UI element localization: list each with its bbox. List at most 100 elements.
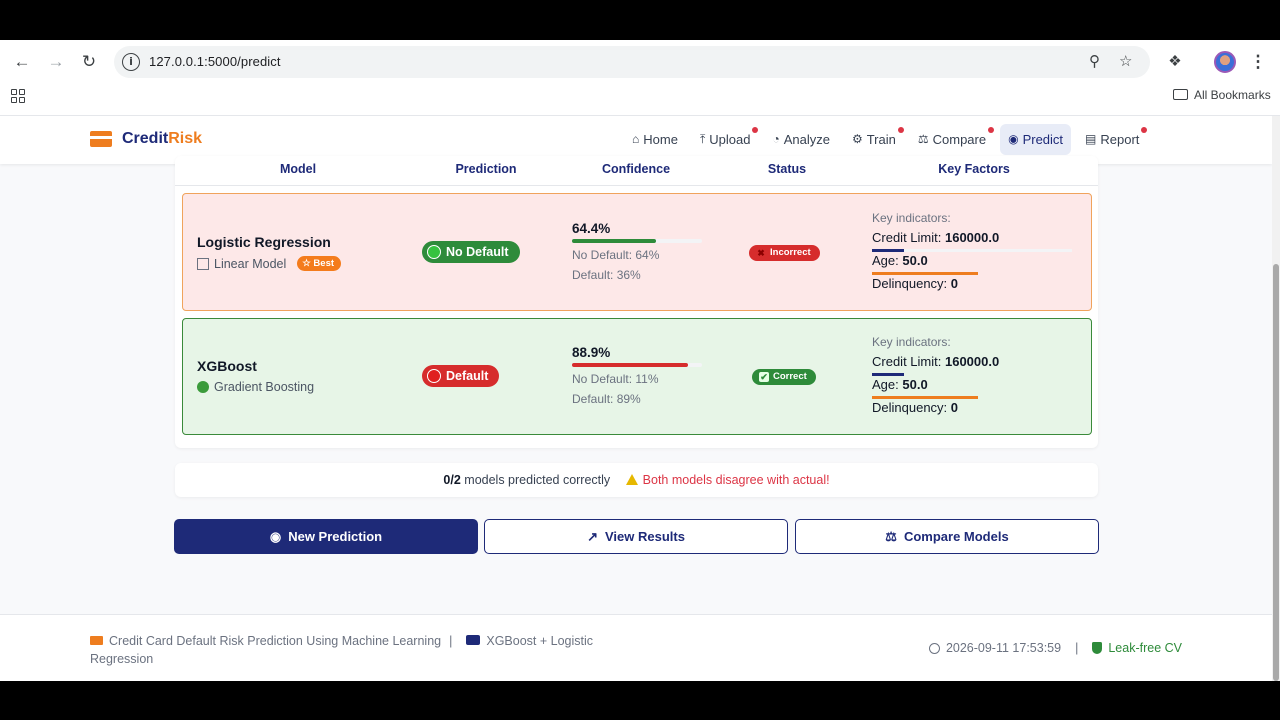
warning-icon [625,474,638,485]
col-key-factors: Key Factors [938,162,1010,176]
nav-item-label: Predict [1022,132,1064,147]
new-prediction-button[interactable]: ◉ New Prediction [174,519,478,554]
extensions-icon[interactable]: ❖ [1165,52,1185,72]
model-type: Gradient Boosting [197,380,314,394]
folder-icon [1173,89,1188,100]
page-content: CreditRisk ⌂ Home ⤒ Upload ◔ Analyze ⚙ Train ⚖ Co… [0,116,1280,681]
nav-item-analyze[interactable]: ◔ Analyze [764,124,838,155]
nav-item-upload[interactable]: ⤒ Upload [692,124,759,155]
summary-score: 0/2 [443,473,461,487]
site-info-icon[interactable]: i [122,53,140,71]
kf-value: 160000.0 [944,230,1000,245]
table-row: Logistic Regression Linear Model ☆ Best … [182,193,1092,311]
address-bar[interactable]: i 127.0.0.1:5000/predict ⚲ ☆ [114,46,1150,78]
col-prediction: Prediction [455,162,517,176]
kf-label: Delinquency: [872,276,948,291]
upload-icon: ⤒ [699,132,706,146]
confidence-bar-fill [572,363,688,367]
notification-dot [752,127,759,133]
balance-scale-icon: ⚖ [885,528,897,544]
kf-bar [872,272,978,275]
key-factor-age: Age: 50.0 [872,253,928,268]
view-results-button[interactable]: ↗ View Results [484,519,788,554]
nav-item-label: Home [643,132,678,147]
nav-item-train[interactable]: ⚙ Train [844,124,904,155]
footer-models: XGBoost + Logistic [486,634,594,648]
scrollbar-thumb[interactable] [1273,264,1279,681]
no-default-prob: No Default: 64% [572,248,660,262]
prediction-badge: Default [422,365,500,387]
page-scrollbar[interactable] [1272,116,1280,681]
col-model: Model [279,162,317,176]
kf-bar-fill [872,373,904,376]
confidence-bar-fill [572,239,656,243]
footer-separator: | [1075,641,1079,655]
nav-item-predict[interactable]: ◉ Predict [1000,124,1072,155]
circle-icon [427,369,441,383]
footer-models-line2: Regression [90,652,154,666]
clock-icon [928,642,940,654]
footer: Credit Card Default Risk Prediction Usin… [0,614,1272,681]
balance-scale-icon: ⚖ [917,132,929,146]
nav-item-compare[interactable]: ⚖ Compare [910,124,995,155]
forward-arrow-icon[interactable]: → [46,52,66,72]
kf-value: 0 [950,276,959,291]
model-name: Logistic Regression [197,234,331,250]
line-chart-icon: ↗ [587,528,598,544]
nav-item-label: Analyze [783,132,830,147]
nav-item-label: Upload [709,132,751,147]
nav-item-home[interactable]: ⌂ Home [624,124,686,155]
warning-text: Both models disagree with actual! [642,473,830,487]
apps-grid-icon[interactable] [11,89,25,103]
zoom-search-icon[interactable]: ⚲ [1089,52,1100,70]
table-row: XGBoost Gradient Boosting Default 88.9% … [182,318,1092,435]
model-type: Linear Model ☆ Best [197,256,342,271]
new-prediction-label: New Prediction [288,529,383,544]
kf-label: Delinquency: [872,400,948,415]
key-factor-delinquency: Delinquency: 0 [872,276,958,291]
confidence-bar [572,239,702,243]
nav-item-label: Compare [932,132,987,147]
default-prob: Default: 89% [572,392,641,406]
key-factors-title: Key indicators: [872,335,951,349]
app-logo[interactable]: CreditRisk [122,130,202,148]
key-factor-credit-limit: Credit Limit: 160000.0 [872,230,999,245]
kf-bar [872,373,904,376]
kf-value: 50.0 [902,253,928,268]
key-factor-credit-limit: Credit Limit: 160000.0 [872,354,999,369]
tree-icon [197,381,209,393]
brain-icon: ◉ [269,528,282,544]
all-bookmarks[interactable]: All Bookmarks [1173,88,1271,102]
confidence-value: 64.4% [572,221,611,236]
kf-label: Credit Limit: [872,354,942,369]
kf-bar-fill [872,396,978,399]
home-icon: ⌂ [632,132,640,146]
logo-accent-text: Risk [168,130,203,147]
status-badge: ✔ Correct [752,369,816,385]
model-type-label: Gradient Boosting [214,380,315,394]
compare-models-button[interactable]: ⚖ Compare Models [795,519,1099,554]
footer-left: Credit Card Default Risk Prediction Usin… [90,632,610,668]
all-bookmarks-label: All Bookmarks [1194,88,1271,102]
url-text[interactable]: 127.0.0.1:5000/predict [149,54,281,69]
nav-item-report[interactable]: ▤ Report [1077,124,1148,155]
nav-item-label: Report [1100,132,1140,147]
reload-icon[interactable]: ↻ [79,52,99,72]
no-default-prob: No Default: 11% [572,372,659,386]
robot-icon [466,635,481,645]
kf-label: Credit Limit: [872,230,942,245]
prediction-label: Default [446,369,489,383]
back-arrow-icon[interactable]: ← [12,52,32,72]
pie-chart-icon: ◔ [772,132,780,146]
profile-avatar[interactable] [1214,51,1236,73]
browser-menu-icon[interactable]: ⋮ [1248,52,1268,72]
warning-message: Both models disagree with actual! [625,473,830,487]
summary-text: models predicted correctly [464,473,611,487]
model-type-label: Linear Model [214,256,287,271]
kf-value: 0 [950,400,959,415]
leak-free-badge: Leak-free CV [1108,641,1182,655]
bookmark-star-icon[interactable]: ☆ [1119,52,1132,70]
footer-timestamp: 2026-09-11 17:53:59 [945,641,1062,655]
notification-dot [988,127,995,133]
robot-icon: ⚙ [851,132,863,146]
